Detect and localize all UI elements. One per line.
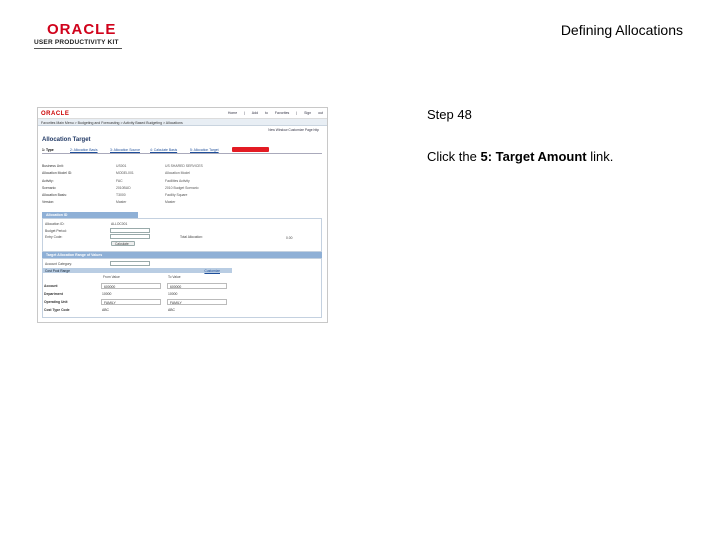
- app-breadcrumb-nav[interactable]: Favorites Main Menu > Budgeting and Fore…: [38, 119, 327, 126]
- app-page-title: Allocation Target: [42, 137, 91, 143]
- field-row: Scenario: 2010BUD 2010 Budget Scenario: [42, 185, 199, 190]
- total-allocation-value: 0.00: [286, 236, 293, 240]
- instruction-suffix: link.: [586, 149, 614, 164]
- application-screenshot: ORACLE Home | Add to Favorites | Sign ou…: [37, 107, 328, 323]
- field-row: Allocation Model ID: MODEL001 Allocation M…: [42, 171, 190, 176]
- app-header: ORACLE Home | Add to Favorites | Sign ou…: [38, 108, 327, 119]
- table-row: Cost Type Code ABC ABC: [44, 308, 175, 312]
- field-row: Allocation Basis: T3000 Facility Square: [42, 193, 188, 198]
- entry-code-label: Entry Code:: [45, 235, 63, 239]
- to-value-input[interactable]: FAMILY: [167, 299, 227, 305]
- from-value-header: From Value: [103, 275, 120, 279]
- instruction-link-name: 5: Target Amount: [480, 149, 587, 164]
- app-oracle-logo: ORACLE: [41, 111, 70, 117]
- app-header-links[interactable]: Home | Add to Favorites | Sign out: [228, 111, 323, 115]
- to-value-header: To Value: [168, 275, 181, 279]
- table-row: Operating Unit FAMILY FAMILY: [42, 298, 232, 306]
- tab-3-allocation-source[interactable]: 3: Allocation Source: [110, 148, 140, 152]
- budget-period-label: Budget Period:: [45, 229, 67, 233]
- cost-pool-range-header: Cost Pool Range Customize: [42, 268, 232, 273]
- target-link-highlight[interactable]: [232, 147, 269, 152]
- entry-code-select[interactable]: [110, 234, 150, 239]
- tab-4-calculate-basis[interactable]: 4: Calculate Basis: [150, 148, 177, 152]
- field-row: Version: Master Master: [42, 200, 176, 205]
- oracle-logo-word: ORACLE: [47, 21, 117, 38]
- total-allocation-label: Total Allocation:: [180, 235, 203, 239]
- tab-2-allocation-basis[interactable]: 2: Allocation Basis: [70, 148, 98, 152]
- app-tab-bar: 1: Type 2: Allocation Basis 3: Allocatio…: [42, 147, 322, 154]
- app-utility-links[interactable]: New Window Customize Page http: [38, 126, 327, 134]
- app-header-fields: Business Unit: US001 US SHARED SERVICES Al…: [42, 164, 282, 208]
- step-number: Step 48: [427, 107, 472, 122]
- to-value-input[interactable]: 600000: [167, 283, 227, 289]
- step-instruction: Click the 5: Target Amount link.: [427, 149, 613, 164]
- account-category-select[interactable]: [110, 261, 150, 266]
- from-value-input[interactable]: FAMILY: [101, 299, 161, 305]
- field-row: Business Unit: US001 US SHARED SERVICES: [42, 164, 203, 168]
- table-row: Account 600000 600000: [42, 282, 232, 290]
- tab-5-allocation-target[interactable]: 5: Allocation Target: [190, 148, 219, 152]
- account-category-label: Account Category:: [45, 262, 73, 266]
- oracle-upk-logo: ORACLE USER PRODUCTIVITY KIT: [34, 22, 124, 49]
- field-row: Activity: FAC Facilities Activity: [42, 178, 190, 183]
- tab-1-type[interactable]: 1: Type: [42, 148, 54, 152]
- instruction-prefix: Click the: [427, 149, 481, 164]
- table-row: Department 10000 10000: [44, 292, 178, 296]
- document-title: Defining Allocations: [560, 22, 683, 38]
- from-value-input[interactable]: 600000: [101, 283, 161, 289]
- calculate-button[interactable]: Calculate: [111, 241, 135, 246]
- cost-pool-range-title: Cost Pool Range: [45, 268, 70, 273]
- customize-link[interactable]: Customize: [204, 269, 220, 273]
- allocation-id-label: Allocation ID:: [45, 222, 65, 226]
- allocation-id-value: ALLOC001: [111, 222, 128, 226]
- upk-logo-subtitle: USER PRODUCTIVITY KIT: [34, 39, 119, 46]
- budget-period-input[interactable]: [110, 228, 150, 233]
- logo-divider: [34, 48, 122, 49]
